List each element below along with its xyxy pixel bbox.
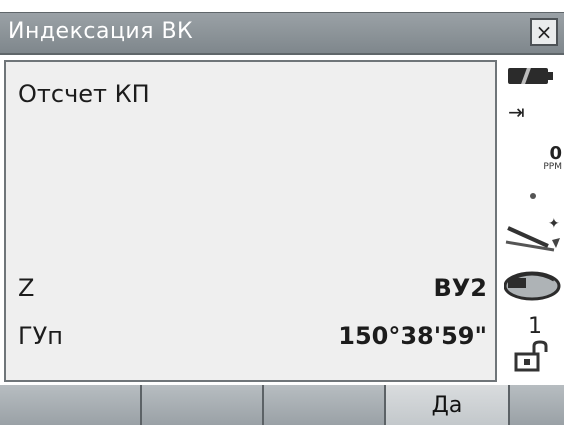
- close-icon: ×: [535, 20, 553, 44]
- yes-button[interactable]: Да: [386, 385, 510, 425]
- z-label: Z: [18, 274, 35, 302]
- status-column: ⇥ 0 PPM ✦ 1: [500, 60, 564, 382]
- face-indicator: 1: [528, 314, 542, 339]
- dot-icon: [530, 193, 536, 199]
- svg-text:✦: ✦: [548, 216, 560, 232]
- horizontal-angle-value: 150°38'59": [338, 322, 487, 350]
- softkey-1[interactable]: [0, 385, 142, 425]
- title-bar: Индексация ВК ×: [0, 12, 564, 55]
- close-button[interactable]: ×: [530, 18, 558, 46]
- softkey-3[interactable]: [264, 385, 386, 425]
- laser-icon: [504, 271, 561, 301]
- horizontal-angle-label: ГУп: [18, 322, 63, 350]
- softkey-bar: Да: [0, 385, 564, 425]
- z-value: ВУ2: [433, 274, 488, 302]
- ppm-icon: 0 PPM: [532, 143, 562, 173]
- main-panel: Отсчет КП Z ВУ2 ГУп 150°38'59": [4, 60, 497, 382]
- target-icon: ⇥: [508, 100, 525, 124]
- ppm-unit: PPM: [543, 162, 562, 172]
- ppm-value: 0: [549, 143, 562, 164]
- prism-icon: ✦: [505, 216, 560, 252]
- device-screen: Индексация ВК × Отсчет КП Z ВУ2 ГУп 150°…: [0, 0, 564, 425]
- lock-icon: [514, 340, 548, 372]
- window-title: Индексация ВК: [8, 19, 194, 44]
- face-indicator-value: 1: [528, 314, 542, 339]
- page-title: Отсчет КП: [18, 80, 150, 108]
- battery-icon: [508, 68, 553, 84]
- softkey-5[interactable]: [510, 385, 564, 425]
- softkey-2[interactable]: [142, 385, 264, 425]
